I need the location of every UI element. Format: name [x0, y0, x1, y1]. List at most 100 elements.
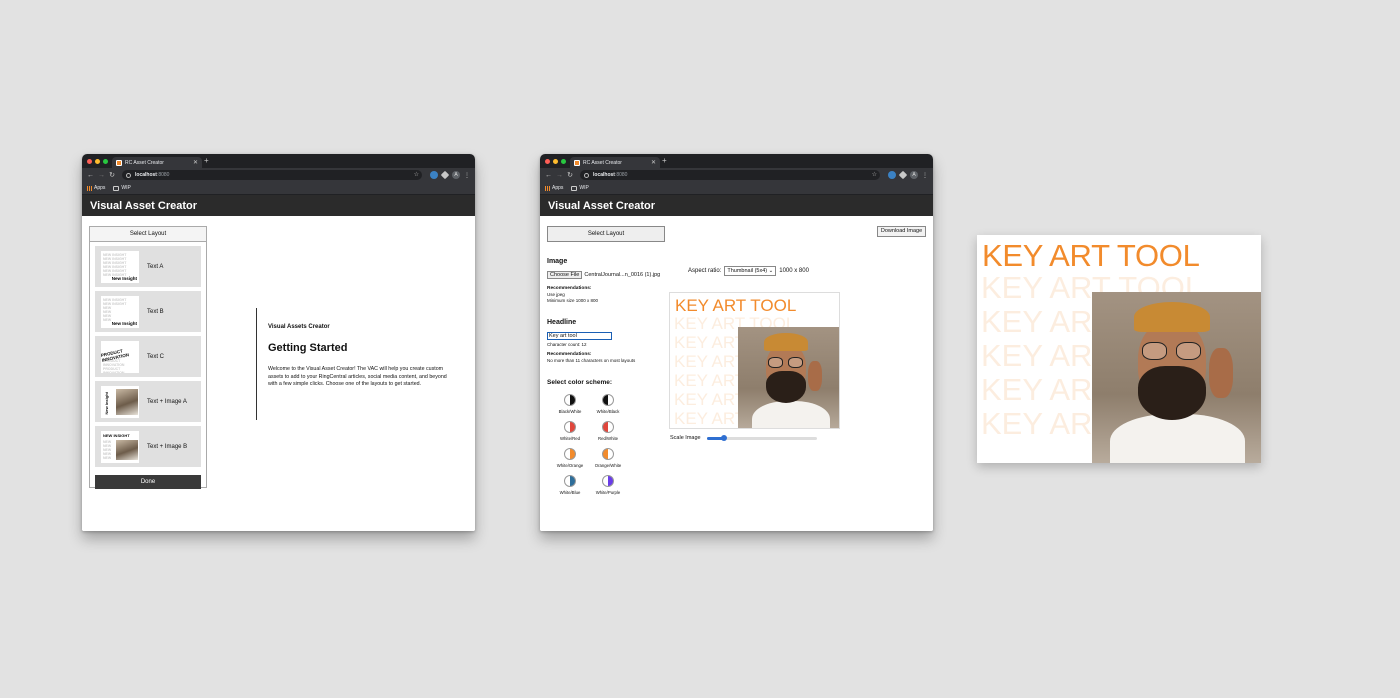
- maximize-window-button[interactable]: [103, 159, 108, 164]
- layout-thumbnail: PRODUCT INNOVATION PRODUCT INNOVATION PRO…: [101, 340, 139, 373]
- browser-tab[interactable]: RC Asset Creator ✕: [112, 157, 202, 168]
- color-scheme-option[interactable]: Orange/White: [589, 448, 627, 468]
- window-controls: [545, 159, 566, 164]
- bookmark-apps-label: Apps: [552, 185, 564, 191]
- back-icon[interactable]: ←: [545, 172, 552, 179]
- new-tab-button[interactable]: +: [204, 156, 209, 166]
- reload-icon[interactable]: ↻: [567, 171, 573, 179]
- layout-label: Text + Image A: [147, 398, 187, 405]
- bookmark-apps[interactable]: Apps: [545, 185, 563, 191]
- folder-icon: [571, 185, 578, 191]
- puzzle-icon[interactable]: [440, 170, 450, 180]
- preview-headline: KEY ART TOOL: [675, 296, 797, 315]
- color-scheme-title: Select color scheme:: [547, 379, 613, 386]
- extension-icons: A ⋮: [888, 170, 928, 180]
- aspect-dimensions: 1000 x 800: [779, 268, 809, 274]
- color-scheme-option[interactable]: White/Red: [551, 421, 589, 441]
- color-scheme-option[interactable]: Red/White: [589, 421, 627, 441]
- forward-icon[interactable]: →: [98, 172, 105, 179]
- url-text: localhost:8080: [593, 172, 627, 178]
- color-scheme-option[interactable]: White/Purple: [589, 475, 627, 495]
- close-window-button[interactable]: [545, 159, 550, 164]
- extension-icon[interactable]: [430, 171, 438, 179]
- layout-option-text-c[interactable]: PRODUCT INNOVATION PRODUCT INNOVATION PRO…: [95, 336, 201, 377]
- browser-window-welcome: RC Asset Creator ✕ + ← → ↻ localhost:808…: [82, 154, 475, 531]
- done-button[interactable]: Done: [95, 475, 201, 489]
- welcome-kicker: Visual Assets Creator: [268, 324, 330, 330]
- layout-thumbnail: NEW INSIGHT NEW INSIGHT NEW NEW NEW NEW New I…: [101, 295, 139, 328]
- half-circle-swatch-icon: [602, 448, 614, 460]
- tab-title: RC Asset Creator: [125, 159, 164, 166]
- thumb-ghost-text: NEW NEW NEW NEW NEW: [103, 439, 112, 460]
- layout-label: Text C: [147, 353, 165, 360]
- close-window-button[interactable]: [87, 159, 92, 164]
- image-rec-title: Recommendations:: [547, 286, 592, 291]
- color-scheme-option[interactable]: White/Black: [589, 394, 627, 414]
- headline-input[interactable]: Key art tool: [547, 332, 612, 340]
- file-picker: Choose File CentralJournal...n_0016 (1).…: [547, 271, 660, 279]
- bookmark-wip[interactable]: WIP: [571, 185, 589, 191]
- bookmark-wip[interactable]: WIP: [113, 185, 131, 191]
- menu-kebab-icon[interactable]: ⋮: [922, 172, 928, 179]
- browser-window-editor: RC Asset Creator ✕ + ← → ↻ localhost:808…: [540, 154, 933, 531]
- aspect-ratio-select[interactable]: Thumbnail (5x4) ⌄: [724, 266, 777, 276]
- layout-option-text-image-b[interactable]: NEW INSIGHT NEW NEW NEW NEW NEW Text + Image…: [95, 426, 201, 467]
- reload-icon[interactable]: ↻: [109, 171, 115, 179]
- tab-close-icon[interactable]: ✕: [651, 159, 656, 166]
- download-image-button[interactable]: Download Image: [877, 226, 926, 237]
- menu-kebab-icon[interactable]: ⋮: [464, 172, 470, 179]
- choose-file-button[interactable]: Choose File: [547, 271, 583, 279]
- site-info-icon[interactable]: [584, 172, 589, 178]
- half-circle-swatch-icon: [602, 394, 614, 406]
- select-layout-button[interactable]: Select Layout: [547, 226, 665, 242]
- asset-preview: KEY ART TOOL KEY ART TOOL KEY ART TOOL K…: [669, 292, 840, 429]
- profile-avatar[interactable]: A: [910, 171, 918, 179]
- bookmark-star-icon[interactable]: ☆: [414, 171, 419, 178]
- url-field[interactable]: localhost:8080 ☆: [580, 170, 880, 180]
- back-icon[interactable]: ←: [87, 172, 94, 179]
- bookmarks-bar: Apps WIP: [540, 182, 933, 195]
- layout-label: Text A: [147, 263, 164, 270]
- scale-image-slider[interactable]: [706, 434, 817, 441]
- url-field[interactable]: localhost:8080 ☆: [122, 170, 422, 180]
- file-name: CentralJournal...n_0016 (1).jpg: [584, 272, 661, 278]
- welcome-body: Welcome to the Visual Asset Creator! The…: [268, 366, 447, 387]
- new-tab-button[interactable]: +: [662, 156, 667, 166]
- preview-portrait-image[interactable]: [738, 327, 839, 428]
- layout-option-text-b[interactable]: NEW INSIGHT NEW INSIGHT NEW NEW NEW NEW New I…: [95, 291, 201, 332]
- tab-title: RC Asset Creator: [583, 159, 622, 166]
- chevron-down-icon: ⌄: [768, 268, 774, 274]
- color-scheme-option[interactable]: Black/White: [551, 394, 589, 414]
- half-circle-swatch-icon: [564, 394, 576, 406]
- forward-icon[interactable]: →: [556, 172, 563, 179]
- color-scheme-option[interactable]: White/Blue: [551, 475, 589, 495]
- tab-bar: RC Asset Creator ✕ +: [82, 154, 475, 168]
- bookmark-apps-label: Apps: [94, 185, 106, 191]
- url-host: localhost: [593, 172, 615, 178]
- color-scheme-option[interactable]: White/Orange: [551, 448, 589, 468]
- color-scheme-grid: Black/White White/Black White/Red Red/White…: [551, 394, 627, 495]
- address-bar: ← → ↻ localhost:8080 ☆ A ⋮: [82, 168, 475, 182]
- layout-panel-header[interactable]: Select Layout: [90, 227, 206, 242]
- bookmark-apps[interactable]: Apps: [87, 185, 105, 191]
- maximize-window-button[interactable]: [561, 159, 566, 164]
- slider-handle[interactable]: [721, 434, 728, 441]
- thumb-photo: [116, 388, 138, 415]
- window-controls: [87, 159, 108, 164]
- minimize-window-button[interactable]: [95, 159, 100, 164]
- profile-avatar[interactable]: A: [452, 171, 460, 179]
- url-port: :8080: [614, 172, 628, 178]
- layout-option-text-a[interactable]: NEW INSIGHT NEW INSIGHT NEW INSIGHT NEW INS…: [95, 246, 201, 287]
- bookmark-star-icon[interactable]: ☆: [872, 171, 877, 178]
- extension-icon[interactable]: [888, 171, 896, 179]
- scale-image-label: Scale Image: [670, 435, 701, 441]
- minimize-window-button[interactable]: [553, 159, 558, 164]
- browser-tab[interactable]: RC Asset Creator ✕: [570, 157, 660, 168]
- tab-close-icon[interactable]: ✕: [193, 159, 198, 166]
- puzzle-icon[interactable]: [898, 170, 908, 180]
- image-recommendations: Recommendations: Use jpeg Minimum size 1…: [547, 285, 598, 304]
- site-info-icon[interactable]: [126, 172, 131, 178]
- layout-label: Text + Image B: [147, 443, 188, 450]
- layout-option-text-image-a[interactable]: New Insight Text + Image A: [95, 381, 201, 422]
- half-circle-swatch-icon: [564, 475, 576, 487]
